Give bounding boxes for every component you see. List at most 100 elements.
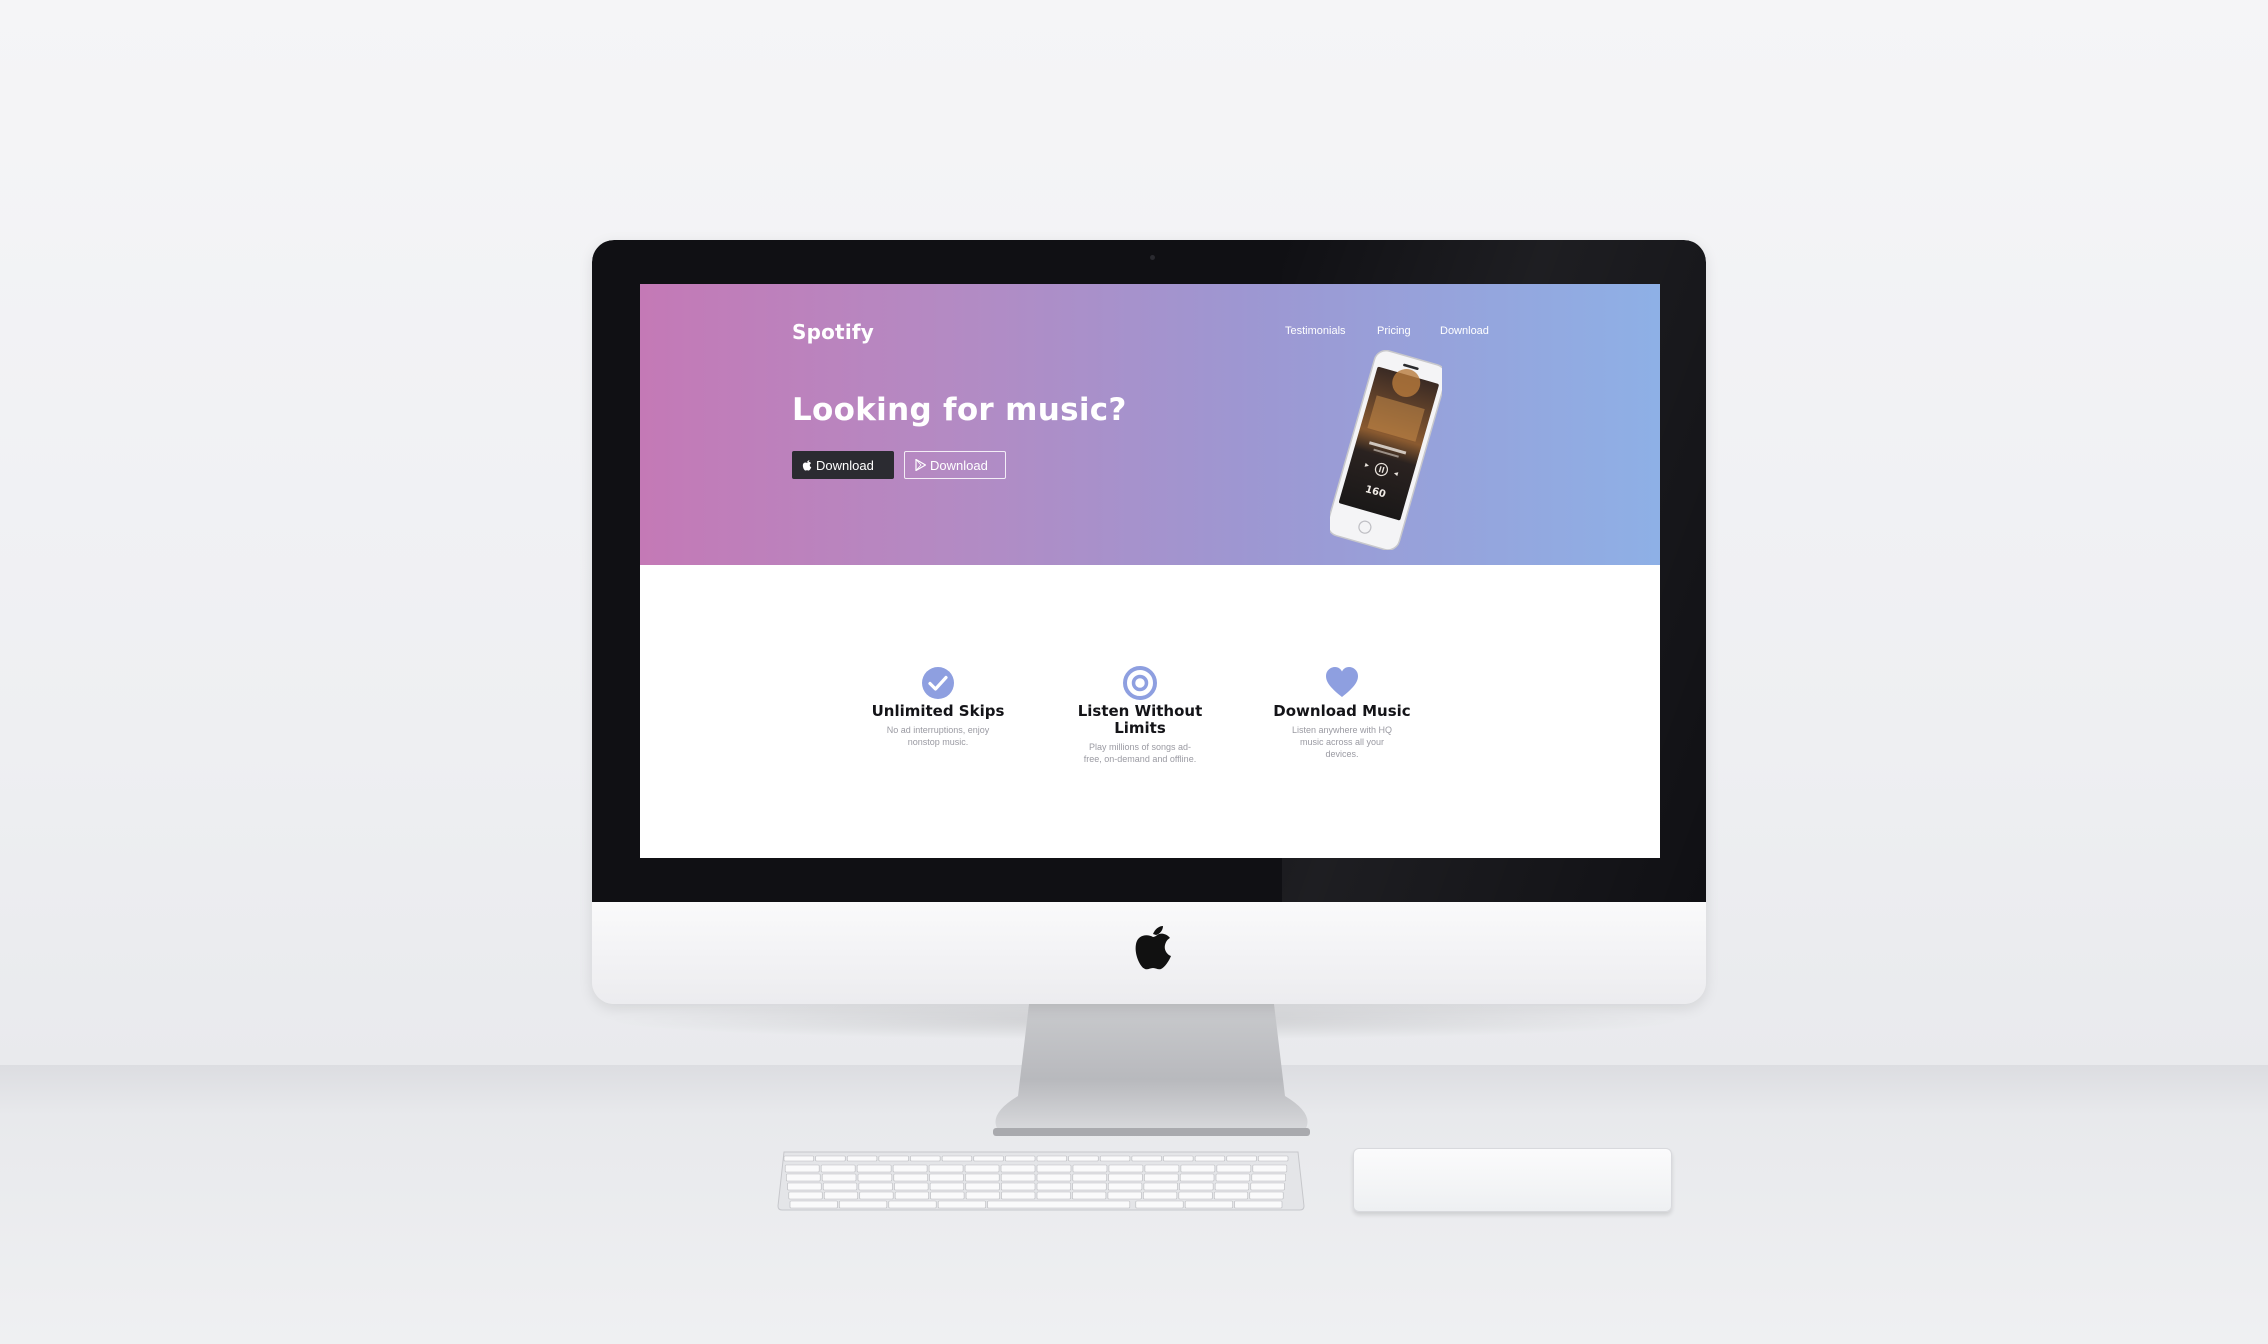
keyboard-key [1214,1182,1250,1191]
keyboard-key [820,1164,856,1173]
feature-title: Listen Without Limits [1077,702,1203,737]
keyboard-key [787,1182,822,1191]
keyboard-key [784,1164,820,1173]
keyboard-key [859,1191,894,1200]
keyboard-key [1072,1173,1107,1182]
photo-scene: Spotify Testimonials Pricing Download Lo… [0,0,2268,1344]
keyboard [777,1151,1305,1211]
keyboard-key [1143,1191,1178,1200]
keyboard-key [1107,1191,1142,1200]
brand-logo[interactable]: Spotify [792,320,874,344]
keyboard-key [1163,1155,1194,1162]
camera-dot [1150,255,1155,260]
feature-title: Unlimited Skips [871,702,1005,720]
keyboard-key [1135,1200,1184,1209]
keyboard-key [928,1164,964,1173]
keyboard-key [964,1164,1000,1173]
check-circle-icon [922,667,954,699]
website-screen: Spotify Testimonials Pricing Download Lo… [640,284,1660,858]
keyboard-key [1107,1182,1143,1191]
keyboard-key [1108,1164,1144,1173]
keyboard-key [987,1200,1131,1209]
keyboard-key [1143,1182,1178,1191]
keyboard-key [821,1173,857,1182]
keyboard-key [1072,1164,1108,1173]
keyboard-key [929,1182,965,1191]
keyboard-key [823,1191,859,1200]
app-store-download-button[interactable]: Download [792,451,894,479]
keyboard-key [1215,1173,1251,1182]
keyboard-key [1036,1191,1071,1200]
keyboard-key [1213,1191,1249,1200]
keyboard-key [1036,1164,1072,1173]
keyboard-key [941,1155,973,1162]
apple-logo-icon [1135,926,1171,970]
nav-link-download[interactable]: Download [1440,325,1489,337]
keyboard-key [788,1191,823,1200]
keyboard-key [1179,1173,1215,1182]
keyboard-key [1000,1164,1036,1173]
keyboard-key [973,1155,1004,1162]
keyboard-key [1180,1164,1216,1173]
keyboard-key [857,1173,893,1182]
target-icon [1123,666,1157,700]
imac-stand [993,1004,1310,1136]
keyboard-key [878,1155,909,1162]
keyboard-key [1258,1155,1289,1162]
features-section: Unlimited Skips No ad interruptions, enj… [640,565,1660,858]
keyboard-key [1252,1164,1288,1173]
keyboard-key [1072,1182,1107,1191]
keyboard-key [1036,1155,1067,1162]
keyboard-key [937,1200,986,1209]
keyboard-key [1250,1182,1285,1191]
keyboard-key [1068,1155,1099,1162]
apple-icon [802,460,812,471]
keyboard-key [1005,1155,1036,1162]
play-store-download-label: Download [930,457,988,473]
keyboard-key [856,1164,892,1173]
keyboard-key [1036,1182,1071,1191]
keyboard-key [894,1191,929,1200]
feature-description: Play millions of songs ad-free, on-deman… [1083,742,1197,764]
keyboard-key [1178,1191,1213,1200]
keyboard-key [1184,1200,1233,1209]
nav-link-pricing[interactable]: Pricing [1377,325,1411,337]
keyboard-key [1001,1191,1036,1200]
feature-listen-without-limits: Listen Without Limits Play millions of s… [1060,665,1220,765]
feature-description: Listen anywhere with HQ music across all… [1291,725,1393,759]
keyboard-key [839,1200,888,1209]
keyboard-key [846,1155,878,1162]
feature-description: No ad interruptions, enjoy nonstop music… [886,725,990,747]
keyboard-key [1131,1155,1162,1162]
keyboard-key [965,1191,1000,1200]
keyboard-key [1072,1191,1107,1200]
keyboard-key [1000,1173,1036,1182]
keyboard-key [1001,1182,1036,1191]
keyboard-key [1226,1155,1257,1162]
keyboard-key [815,1155,846,1162]
feature-download-music: Download Music Listen anywhere with HQ m… [1262,665,1422,760]
hero-section: Spotify Testimonials Pricing Download Lo… [640,284,1660,565]
keyboard-key [892,1164,928,1173]
trackpad [1353,1148,1672,1212]
keyboard-key [1036,1173,1072,1182]
keyboard-key [929,1173,964,1182]
nav-link-testimonials[interactable]: Testimonials [1285,325,1346,337]
keyboard-key [786,1173,821,1182]
keyboard-key [1099,1155,1131,1162]
keyboard-key [1179,1182,1214,1191]
keyboard-key [1249,1191,1284,1200]
play-store-download-button[interactable]: Download [904,451,1006,479]
keyboard-key [822,1182,858,1191]
phone-mockup: 160 [1330,350,1442,550]
keyboard-key [965,1173,1000,1182]
keyboard-key [1216,1164,1252,1173]
feature-title: Download Music [1273,702,1411,720]
keyboard-key [893,1173,928,1182]
keyboard-key [858,1182,893,1191]
keyboard-key [1108,1173,1143,1182]
heart-icon [1326,667,1358,697]
feature-unlimited-skips: Unlimited Skips No ad interruptions, enj… [858,665,1018,748]
keyboard-key [894,1182,929,1191]
hero-headline: Looking for music? [792,392,1127,428]
